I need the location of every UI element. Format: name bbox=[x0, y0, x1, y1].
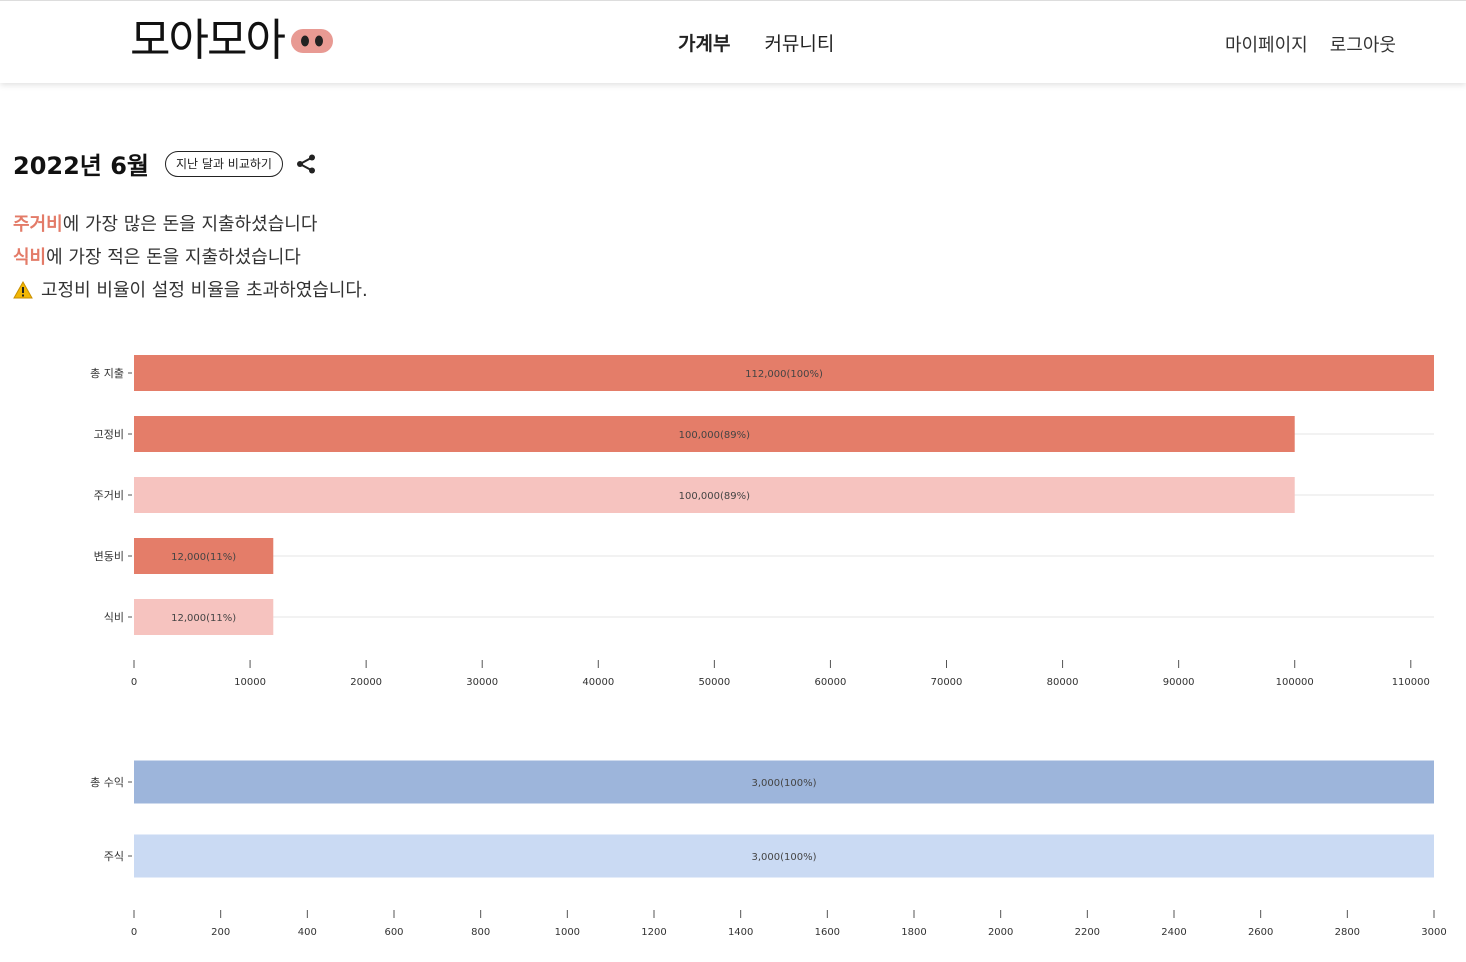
x-tick-label: 0 bbox=[131, 677, 137, 688]
warning-text: 고정비 비율이 설정 비율을 초과하였습니다. bbox=[41, 280, 368, 301]
category-label: 총 지출 bbox=[90, 367, 124, 380]
x-tick-label: 2600 bbox=[1248, 927, 1273, 938]
month-title: 2022년 6월 bbox=[13, 152, 150, 180]
x-tick-label: 2400 bbox=[1161, 927, 1186, 938]
logo-text: 모아모아 bbox=[130, 15, 286, 66]
data-label: 112,000(100%) bbox=[745, 369, 823, 380]
compare-last-month-button[interactable]: 지난 달과 비교하기 bbox=[165, 150, 283, 177]
logo[interactable]: 모아모아 bbox=[130, 15, 334, 67]
x-tick-label: 2800 bbox=[1335, 927, 1360, 938]
least-category: 식비 bbox=[13, 247, 47, 268]
x-tick-label: 400 bbox=[298, 927, 317, 938]
warning-icon bbox=[13, 281, 33, 299]
category-label: 주식 bbox=[104, 850, 124, 863]
summary-warning: 고정비 비율이 설정 비율을 초과하였습니다. bbox=[13, 274, 368, 307]
nav-ledger[interactable]: 가계부 bbox=[678, 29, 730, 56]
data-label: 100,000(89%) bbox=[679, 491, 750, 502]
summary-least: 식비에 가장 적은 돈을 지출하셨습니다 bbox=[13, 241, 368, 274]
x-tick-label: 0 bbox=[131, 927, 137, 938]
data-label: 3,000(100%) bbox=[751, 778, 816, 789]
data-label: 12,000(11%) bbox=[171, 552, 236, 563]
x-tick-label: 200 bbox=[211, 927, 230, 938]
x-tick-label: 2000 bbox=[988, 927, 1013, 938]
pig-nose-icon bbox=[290, 29, 333, 53]
least-text: 에 가장 적은 돈을 지출하셨습니다 bbox=[46, 247, 301, 268]
data-label: 100,000(89%) bbox=[679, 430, 750, 441]
x-tick-label: 40000 bbox=[582, 677, 614, 688]
category-label: 식비 bbox=[104, 611, 124, 624]
main-nav: 가계부 커뮤니티 bbox=[678, 29, 834, 56]
nav-logout[interactable]: 로그아웃 bbox=[1330, 31, 1396, 57]
summary-most: 주거비에 가장 많은 돈을 지출하셨습니다 bbox=[13, 208, 368, 241]
x-tick-label: 70000 bbox=[931, 677, 963, 688]
x-tick-label: 1000 bbox=[555, 927, 580, 938]
x-tick-label: 80000 bbox=[1047, 677, 1079, 688]
x-tick-label: 90000 bbox=[1163, 677, 1195, 688]
category-label: 주거비 bbox=[94, 489, 124, 502]
x-tick-label: 50000 bbox=[698, 677, 730, 688]
most-category: 주거비 bbox=[13, 214, 63, 235]
user-nav: 마이페이지 로그아웃 bbox=[1225, 31, 1396, 57]
month-row: 2022년 6월 지난 달과 비교하기 bbox=[13, 146, 317, 181]
x-tick-label: 1200 bbox=[641, 927, 666, 938]
summary: 주거비에 가장 많은 돈을 지출하셨습니다 식비에 가장 적은 돈을 지출하셨습… bbox=[13, 208, 368, 307]
x-tick-label: 110000 bbox=[1392, 677, 1430, 688]
x-tick-label: 800 bbox=[471, 927, 490, 938]
header: 모아모아 가계부 커뮤니티 마이페이지 로그아웃 bbox=[0, 0, 1466, 83]
nav-mypage[interactable]: 마이페이지 bbox=[1225, 31, 1308, 57]
x-tick-label: 100000 bbox=[1276, 677, 1314, 688]
share-icon[interactable] bbox=[295, 153, 317, 175]
x-tick-label: 3000 bbox=[1421, 927, 1446, 938]
category-label: 변동비 bbox=[94, 550, 124, 563]
x-tick-label: 60000 bbox=[815, 677, 847, 688]
x-tick-label: 2200 bbox=[1075, 927, 1100, 938]
x-tick-label: 1600 bbox=[815, 927, 840, 938]
most-text: 에 가장 많은 돈을 지출하셨습니다 bbox=[62, 214, 318, 235]
x-tick-label: 1400 bbox=[728, 927, 753, 938]
x-tick-label: 600 bbox=[384, 927, 403, 938]
x-tick-label: 30000 bbox=[466, 677, 498, 688]
nav-community[interactable]: 커뮤니티 bbox=[764, 29, 834, 56]
category-label: 고정비 bbox=[94, 428, 124, 441]
x-tick-label: 10000 bbox=[234, 677, 266, 688]
data-label: 3,000(100%) bbox=[751, 852, 816, 863]
data-label: 12,000(11%) bbox=[171, 613, 236, 624]
category-label: 총 수익 bbox=[90, 776, 124, 789]
income-chart: 총 수익 3,000(100%) 주식 3,000(100%) 0 200 400 600 80… bbox=[90, 760, 1447, 938]
x-tick-label: 1800 bbox=[901, 927, 926, 938]
expense-chart: 총 지출 112,000(100%) 고정비 100,000(89%) 주거비 100,0… bbox=[90, 355, 1434, 688]
x-tick-label: 20000 bbox=[350, 677, 382, 688]
